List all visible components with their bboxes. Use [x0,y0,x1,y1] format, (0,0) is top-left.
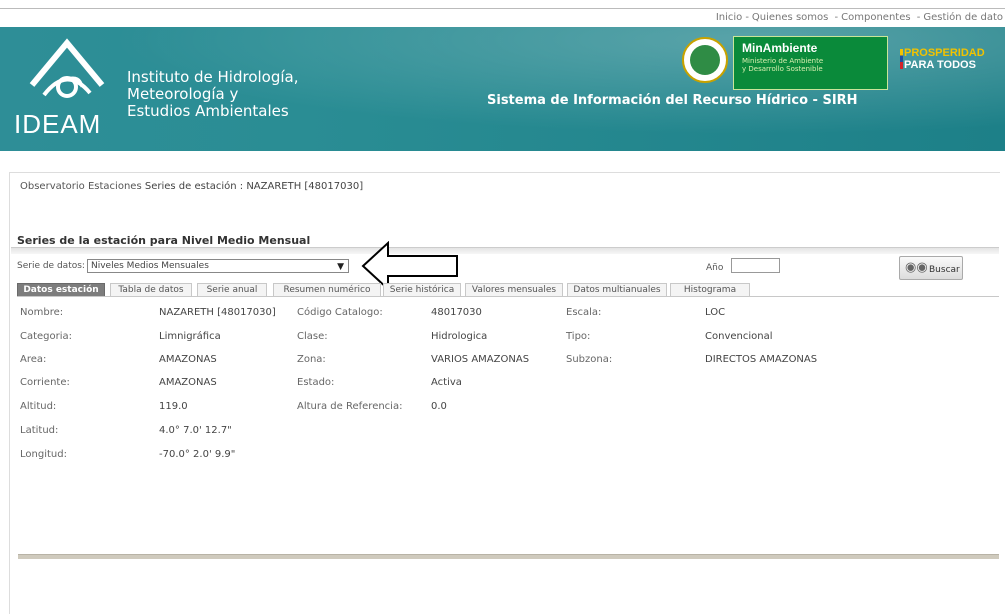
header-banner: IDEAM Instituto de Hidrología, Meteorolo… [0,27,1005,151]
area-label: Area: [20,354,47,365]
serie-select[interactable]: Niveles Medios Mensuales ▼ [87,259,349,273]
codigo-label: Código Catalogo: [297,307,383,318]
escala-label: Escala: [566,307,602,318]
longitud-label: Longitud: [20,449,67,460]
clase-label: Clase: [297,331,328,342]
minambiente-logo: MinAmbiente Ministerio de Ambiente y Des… [733,36,888,90]
tab-valores-mensuales[interactable]: Valores mensuales [465,283,563,296]
altitud-label: Altitud: [20,401,57,412]
breadcrumb-current: Series de estación : NAZARETH [48017030] [144,181,364,192]
codigo-value: 48017030 [431,307,482,318]
institute-name-line3: Estudios Ambientales [127,102,289,120]
institute-name-line1: Instituto de Hidrología, [127,68,299,86]
latitud-value: 4.0° 7.0' 12.7" [159,425,232,436]
nav-quienes-link[interactable]: Quienes somos [752,12,828,23]
estado-label: Estado: [297,377,335,388]
categoria-label: Categoria: [20,331,73,342]
ministry-title: MinAmbiente [742,41,818,55]
nombre-value: NAZARETH [48017030] [159,307,276,318]
tab-tabla-datos[interactable]: Tabla de datos [110,283,192,296]
content-bottom-bar [18,554,999,559]
tab-serie-historica[interactable]: Serie histórica [383,283,461,296]
colombia-emblem-icon [682,37,728,83]
prosperidad-logo: PROSPERIDAD PARA TODOS [900,47,985,71]
zona-value: VARIOS AMAZONAS [431,354,530,365]
nav-componentes-link[interactable]: Componentes [841,12,910,23]
altura-label: Altura de Referencia: [297,401,403,412]
buscar-label: Buscar [929,265,960,275]
subzona-label: Subzona: [566,354,613,365]
ano-input[interactable] [731,258,780,273]
serie-label: Serie de datos: [17,261,85,271]
subzona-value: DIRECTOS AMAZONAS [705,354,818,365]
ministry-sub-line1: Ministerio de Ambiente [742,57,824,65]
escala-value: LOC [705,307,726,318]
top-border [0,0,1005,9]
section-divider [11,247,999,254]
tab-datos-estacion[interactable]: Datos estación [17,283,105,296]
tipo-value: Convencional [705,331,773,342]
institute-name-line2: Meteorología y [127,85,239,103]
ideam-logo-icon [29,38,105,98]
nav-inicio-link[interactable]: Inicio [716,12,742,23]
prosperidad-line2: PARA TODOS [904,59,976,71]
tab-histograma[interactable]: Histograma [670,283,750,296]
top-nav: Inicio - Quienes somos - Componentes - Gesti… [715,12,1003,23]
tab-underline [17,296,999,297]
tab-serie-anual[interactable]: Serie anual [197,283,267,296]
corriente-value: AMAZONAS [159,377,217,388]
categoria-value: Limnigráfica [159,331,221,342]
ano-label: Año [706,263,724,273]
zona-label: Zona: [297,354,326,365]
altura-value: 0.0 [431,401,447,412]
estado-value: Activa [431,377,462,388]
nombre-label: Nombre: [20,307,64,318]
prosperidad-line1: PROSPERIDAD [904,47,985,59]
tab-datos-multianuales[interactable]: Datos multianuales [567,283,667,296]
chevron-down-icon: ▼ [337,262,344,272]
tab-resumen-numerico[interactable]: Resumen numérico [273,283,381,296]
breadcrumb-observatorio[interactable]: Observatorio [20,181,85,192]
clase-value: Hidrologica [431,331,488,342]
altitud-value: 119.0 [159,401,188,412]
system-title: Sistema de Información del Recurso Hídri… [487,93,858,108]
corriente-label: Corriente: [20,377,70,388]
serie-select-value: Niveles Medios Mensuales [91,261,209,271]
ministry-sub-line2: y Desarrollo Sostenible [742,65,823,73]
area-value: AMAZONAS [159,354,217,365]
latitud-label: Latitud: [20,425,59,436]
longitud-value: -70.0° 2.0' 9.9" [159,449,236,460]
buscar-button[interactable]: ◉◉ Buscar [899,256,963,280]
section-title: Series de la estación para Nivel Medio M… [17,234,311,247]
ideam-logo-text: IDEAM [14,109,102,139]
binoculars-icon: ◉◉ [905,260,928,275]
breadcrumb-estaciones[interactable]: Estaciones [88,181,142,192]
nav-gestion-link[interactable]: Gestión de dato [923,12,1003,23]
breadcrumb: Observatorio Estaciones Series de estaci… [20,181,363,192]
tipo-label: Tipo: [566,331,591,342]
